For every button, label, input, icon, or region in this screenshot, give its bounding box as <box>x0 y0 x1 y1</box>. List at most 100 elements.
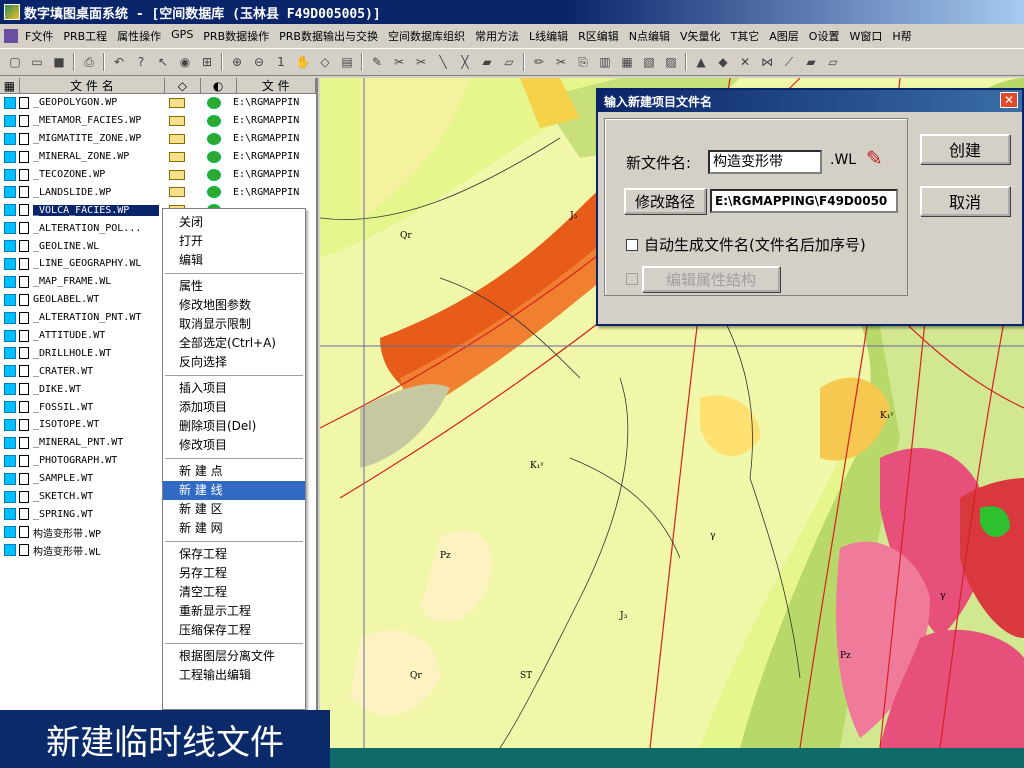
layer-row[interactable]: _LANDSLIDE.WP E:\RGMAPPIN <box>0 183 316 201</box>
node-icon[interactable]: ◆ <box>714 53 732 71</box>
copy-icon[interactable]: ⎘ <box>574 53 592 71</box>
menu-item[interactable]: 空间数据库组织 <box>383 28 470 44</box>
polygon-icon[interactable]: ▲ <box>692 53 710 71</box>
context-menu-item[interactable]: 重新显示工程 <box>163 602 305 621</box>
context-menu-item[interactable]: 保存工程 <box>163 545 305 564</box>
help-icon[interactable]: ? <box>132 53 150 71</box>
layer-checkbox[interactable] <box>4 240 16 253</box>
menu-item[interactable]: T其它 <box>726 28 765 44</box>
layer-checkbox[interactable] <box>4 544 16 557</box>
create-button[interactable]: 创建 <box>920 134 1010 164</box>
draw-icon[interactable]: ✏ <box>530 53 548 71</box>
reshape-icon[interactable]: ⟋ <box>780 53 798 71</box>
cancel-button[interactable]: 取消 <box>920 186 1010 216</box>
context-menu-item[interactable]: 另存工程 <box>163 564 305 583</box>
area-icon[interactable]: ▦ <box>618 53 636 71</box>
menu-item[interactable]: PRB工程 <box>58 28 112 44</box>
menu-item[interactable]: L线编辑 <box>524 28 573 44</box>
layer-checkbox[interactable] <box>4 204 16 217</box>
modify-path-button[interactable]: 修改路径 <box>624 188 706 214</box>
edit-line-icon[interactable]: ▰ <box>478 53 496 71</box>
region-edit-icon[interactable]: ▰ <box>802 53 820 71</box>
app-menu-icon[interactable] <box>4 29 18 43</box>
layer-checkbox[interactable] <box>4 311 16 324</box>
context-menu-item[interactable]: 新 建 点 <box>163 462 305 481</box>
context-menu-item[interactable]: 新 建 网 <box>163 519 305 538</box>
menu-item[interactable]: H帮 <box>887 28 916 44</box>
join-line-icon[interactable]: ╳ <box>456 53 474 71</box>
region-attr-icon[interactable]: ▱ <box>824 53 842 71</box>
visible-icon[interactable] <box>207 114 221 127</box>
close-icon[interactable]: ✕ <box>1000 92 1018 108</box>
layer-checkbox[interactable] <box>4 365 16 378</box>
visible-icon[interactable] <box>207 96 221 109</box>
layer-icon[interactable]: ⊞ <box>198 53 216 71</box>
col-name[interactable]: 文 件 名 <box>20 78 165 93</box>
pen-icon[interactable]: ✎ <box>368 53 386 71</box>
layer-checkbox[interactable] <box>4 293 16 306</box>
filename-input[interactable]: 构造变形带 <box>708 150 822 174</box>
layer-checkbox[interactable] <box>4 96 16 109</box>
folder-icon[interactable] <box>169 169 185 180</box>
menu-item[interactable]: GPS <box>166 28 198 44</box>
window-icon[interactable]: ▤ <box>338 53 356 71</box>
open-folder-icon[interactable]: ▭ <box>28 53 46 71</box>
menu-item[interactable]: V矢量化 <box>675 28 726 44</box>
menu-item[interactable]: W窗口 <box>844 28 887 44</box>
layer-checkbox[interactable] <box>4 401 16 414</box>
layer-row[interactable]: _GEOPOLYGON.WP E:\RGMAPPIN <box>0 94 316 112</box>
context-menu-item[interactable]: 编辑 <box>163 251 305 270</box>
context-menu-item[interactable]: 新 建 线 <box>163 481 305 500</box>
context-menu-item[interactable]: 插入项目 <box>163 379 305 398</box>
context-menu-item[interactable]: 清空工程 <box>163 583 305 602</box>
menu-item[interactable]: R区编辑 <box>573 28 624 44</box>
layer-checkbox[interactable] <box>4 168 16 181</box>
print-icon[interactable]: ⎙ <box>80 53 98 71</box>
region-icon[interactable]: ▧ <box>640 53 658 71</box>
layer-checkbox[interactable] <box>4 526 16 539</box>
context-menu-item[interactable]: 属性 <box>163 277 305 296</box>
col-status-icon[interactable]: ◇ <box>165 78 201 93</box>
layer-checkbox[interactable] <box>4 275 16 288</box>
context-menu-item[interactable]: 新 建 区 <box>163 500 305 519</box>
paste-icon[interactable]: ▥ <box>596 53 614 71</box>
context-help-icon[interactable]: ↖ <box>154 53 172 71</box>
context-menu-item[interactable]: 取消显示限制 <box>163 315 305 334</box>
layer-checkbox[interactable] <box>4 436 16 449</box>
undo-icon[interactable]: ↶ <box>110 53 128 71</box>
layer-checkbox[interactable] <box>4 454 16 467</box>
context-menu-item[interactable]: 压缩保存工程 <box>163 621 305 640</box>
scissors-icon[interactable]: ✂ <box>552 53 570 71</box>
layer-checkbox[interactable] <box>4 508 16 521</box>
layer-checkbox[interactable] <box>4 114 16 127</box>
context-menu-item[interactable]: 关闭 <box>163 213 305 232</box>
menu-item[interactable]: A图层 <box>764 28 804 44</box>
menu-item[interactable]: 属性操作 <box>112 28 166 44</box>
folder-icon[interactable] <box>169 187 185 198</box>
cut-line-icon[interactable]: ✂ <box>390 53 408 71</box>
new-file-icon[interactable]: ▢ <box>6 53 24 71</box>
context-menu-item[interactable]: 反向选择 <box>163 353 305 372</box>
layer-checkbox[interactable] <box>4 186 16 199</box>
menu-item[interactable]: 常用方法 <box>470 28 524 44</box>
cut-icon[interactable]: ✂ <box>412 53 430 71</box>
visible-icon[interactable] <box>207 150 221 163</box>
layer-checkbox[interactable] <box>4 222 16 235</box>
menu-item[interactable]: O设置 <box>804 28 845 44</box>
layer-row[interactable]: _METAMOR_FACIES.WP E:\RGMAPPIN <box>0 112 316 130</box>
layer-checkbox[interactable] <box>4 347 16 360</box>
pan-icon[interactable]: ✋ <box>294 53 312 71</box>
layer-checkbox[interactable] <box>4 329 16 342</box>
zoom-reset-icon[interactable]: 1 <box>272 53 290 71</box>
col-visible-icon[interactable]: ◐ <box>201 78 237 93</box>
context-menu-item[interactable]: 根据图层分离文件 <box>163 647 305 666</box>
layer-checkbox[interactable] <box>4 418 16 431</box>
layer-checkbox[interactable] <box>4 383 16 396</box>
context-menu-item[interactable]: 修改项目 <box>163 436 305 455</box>
layer-checkbox[interactable] <box>4 490 16 503</box>
context-menu-item[interactable]: 全部选定(Ctrl+A) <box>163 334 305 353</box>
layer-checkbox[interactable] <box>4 257 16 270</box>
layer-row[interactable]: _MINERAL_ZONE.WP E:\RGMAPPIN <box>0 148 316 166</box>
layer-row[interactable]: _MIGMATITE_ZONE.WP E:\RGMAPPIN <box>0 130 316 148</box>
folder-icon[interactable] <box>169 115 185 126</box>
